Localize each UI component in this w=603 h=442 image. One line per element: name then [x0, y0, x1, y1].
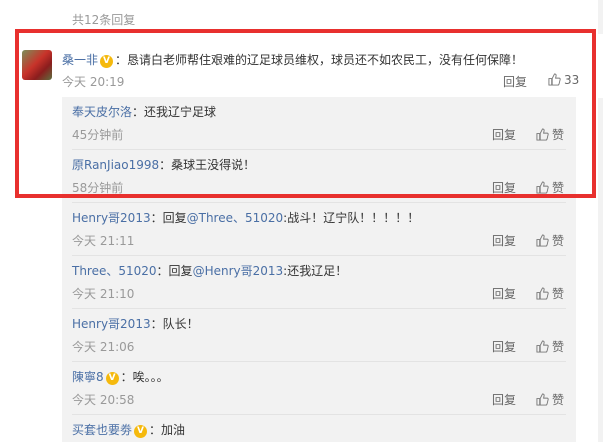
like-button[interactable]: 赞 — [536, 232, 564, 249]
reply-text: ：加油 — [149, 423, 186, 437]
like-button[interactable]: 赞 — [536, 391, 564, 408]
highlight-annotation-box — [15, 29, 596, 198]
list-item: Henry哥2013：回复@Three、51020:战斗！辽宁队！！！！！ 今天… — [62, 203, 576, 256]
reply-time: 今天 21:10 — [72, 287, 135, 301]
reply-text: :还我辽足！ — [283, 264, 348, 278]
thumbs-up-icon — [536, 234, 549, 247]
thumbs-up-icon — [536, 393, 549, 406]
reply-time: 今天 21:06 — [72, 340, 135, 354]
reply-button[interactable]: 回复 — [492, 391, 516, 408]
reply-time: 今天 21:11 — [72, 234, 135, 248]
list-item: Henry哥2013：队长！ 今天 21:06 回复 赞 — [62, 309, 576, 362]
reply-button[interactable]: 回复 — [492, 285, 516, 302]
reply-button[interactable]: 回复 — [492, 232, 516, 249]
reply-count-header: 共12条回复 — [72, 13, 136, 27]
reply-text: ：唉。。。 — [120, 370, 169, 384]
reply-username[interactable]: Henry哥2013 — [72, 317, 151, 331]
mention-link[interactable]: @Henry哥2013 — [193, 264, 284, 278]
like-button[interactable]: 赞 — [536, 285, 564, 302]
reply-username[interactable]: 买套也要劵 — [72, 423, 132, 437]
mention-link[interactable]: @Three、51020 — [187, 211, 284, 225]
reply-text: :战斗！辽宁队！！！！！ — [283, 211, 420, 225]
list-item: Three、51020：回复@Henry哥2013:还我辽足！ 今天 21:10… — [62, 256, 576, 309]
thumbs-up-icon — [536, 287, 549, 300]
list-item: 陳寧8 V ：唉。。。 今天 20:58 回复 赞 — [62, 362, 576, 415]
reply-username[interactable]: 陳寧8 — [72, 370, 104, 384]
reply-username[interactable]: Henry哥2013 — [72, 211, 151, 225]
reply-time: 今天 20:58 — [72, 393, 135, 407]
thumbs-up-icon — [536, 340, 549, 353]
like-button[interactable]: 赞 — [536, 338, 564, 355]
list-item: 买套也要劵 V ：加油 — [62, 415, 576, 442]
reply-button[interactable]: 回复 — [492, 338, 516, 355]
vip-badge-icon: V — [105, 372, 119, 385]
vip-badge-icon: V — [134, 425, 148, 438]
reply-username[interactable]: Three、51020 — [72, 264, 157, 278]
reply-text: ：队长！ — [150, 317, 199, 331]
